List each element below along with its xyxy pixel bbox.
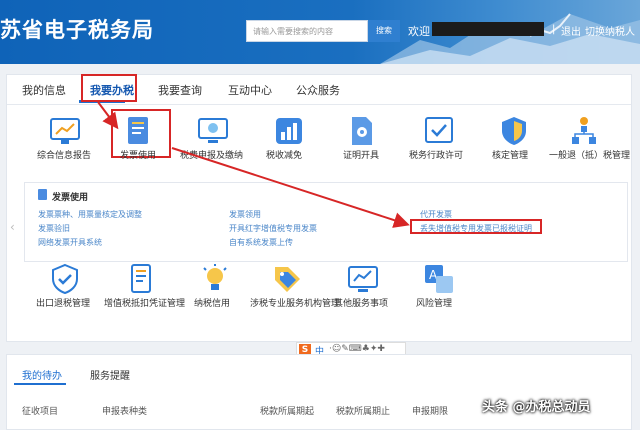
site-title: 苏省电子税务局: [0, 18, 154, 42]
col-collection-item: 征收项目: [22, 407, 59, 417]
submenu-title: 发票使用: [52, 193, 89, 203]
tab-query[interactable]: 我要查询: [158, 82, 202, 98]
bar-chart-icon[interactable]: [272, 114, 306, 148]
tab-my-info[interactable]: 我的信息: [22, 82, 66, 98]
welcome-text: 欢迎: [408, 25, 430, 38]
watermark: 头条 @办税总动员: [482, 400, 591, 415]
tab-interaction[interactable]: 互动中心: [228, 82, 272, 98]
label-info-report[interactable]: 综合信息报告: [37, 148, 91, 161]
label-invoice-use[interactable]: 发票使用: [120, 148, 156, 161]
lightbulb-icon[interactable]: [198, 262, 232, 296]
label-other-services[interactable]: 其他服务事项: [334, 296, 388, 309]
label-risk-management[interactable]: 风险管理: [416, 296, 452, 309]
label-admin-license[interactable]: 税务行政许可: [409, 148, 463, 161]
label-assessment[interactable]: 核定管理: [492, 148, 528, 161]
search-input[interactable]: 请输入需要搜索的内容: [246, 20, 368, 42]
label-refund-management[interactable]: 一般退（抵）税管理: [549, 148, 630, 161]
monitor-icon[interactable]: [196, 114, 230, 148]
todo-panel: [6, 354, 632, 430]
shield-icon[interactable]: [497, 114, 531, 148]
translate-icon[interactable]: A: [422, 262, 456, 296]
label-tax-filing[interactable]: 税费申报及缴纳: [180, 148, 243, 161]
link-invoice-verify[interactable]: 发票验旧: [38, 223, 70, 234]
col-form-type: 申报表种类: [102, 407, 148, 417]
logout-link[interactable]: 退出: [561, 23, 581, 38]
link-online-invoice-system[interactable]: 网络发票开具系统: [38, 237, 102, 248]
redacted-username: [432, 22, 544, 36]
todo-tab-indicator: [14, 383, 66, 385]
license-icon[interactable]: [422, 114, 456, 148]
link-lost-invoice-certificate[interactable]: 丢失增值税专用发票已报税证明: [420, 223, 532, 234]
tab-my-todo[interactable]: 我的待办: [22, 367, 62, 382]
document-icon: [38, 189, 47, 200]
switch-taxpayer-link[interactable]: 切换纳税人: [585, 23, 635, 38]
label-tax-relief[interactable]: 税收减免: [266, 148, 302, 161]
report-chart-icon[interactable]: [48, 114, 82, 148]
col-period-start: 税款所属期起: [260, 407, 315, 417]
label-export-refund[interactable]: 出口退税管理: [36, 296, 90, 309]
tab-highlight-box: [81, 74, 137, 102]
certificate-icon[interactable]: [344, 114, 378, 148]
export-shield-icon[interactable]: [48, 262, 82, 296]
label-certificate[interactable]: 证明开具: [343, 148, 379, 161]
link-invoice-type-quota[interactable]: 发票票种、用票量核定及调整: [38, 209, 142, 220]
tab-service-reminder[interactable]: 服务提醒: [90, 367, 130, 382]
tag-icon[interactable]: [270, 262, 304, 296]
link-invoice-receive[interactable]: 发票领用: [229, 209, 261, 220]
invoice-document-icon[interactable]: [122, 114, 156, 148]
chart-screen-icon[interactable]: [346, 262, 380, 296]
org-chart-icon[interactable]: [567, 114, 601, 148]
label-tax-agency[interactable]: 涉税专业服务机构管理: [250, 296, 340, 309]
ime-settings-icons[interactable]: ·☺✎⌨♣✦✚: [329, 344, 385, 354]
receipt-icon[interactable]: [124, 262, 158, 296]
col-deadline: 申报期限: [412, 407, 449, 417]
search-button[interactable]: 搜索: [368, 20, 400, 42]
link-red-invoice[interactable]: 开具红字增值税专用发票: [229, 223, 317, 234]
chevron-left-icon[interactable]: ‹: [10, 220, 15, 234]
col-period-end: 税款所属期止: [336, 407, 391, 417]
link-invoice-upload[interactable]: 自有系统发票上传: [229, 237, 293, 248]
label-vat-deduction[interactable]: 增值税抵扣凭证管理: [104, 296, 185, 309]
label-tax-credit[interactable]: 纳税信用: [194, 296, 230, 309]
header-separator: |: [552, 24, 556, 35]
tab-public-service[interactable]: 公众服务: [296, 82, 340, 98]
